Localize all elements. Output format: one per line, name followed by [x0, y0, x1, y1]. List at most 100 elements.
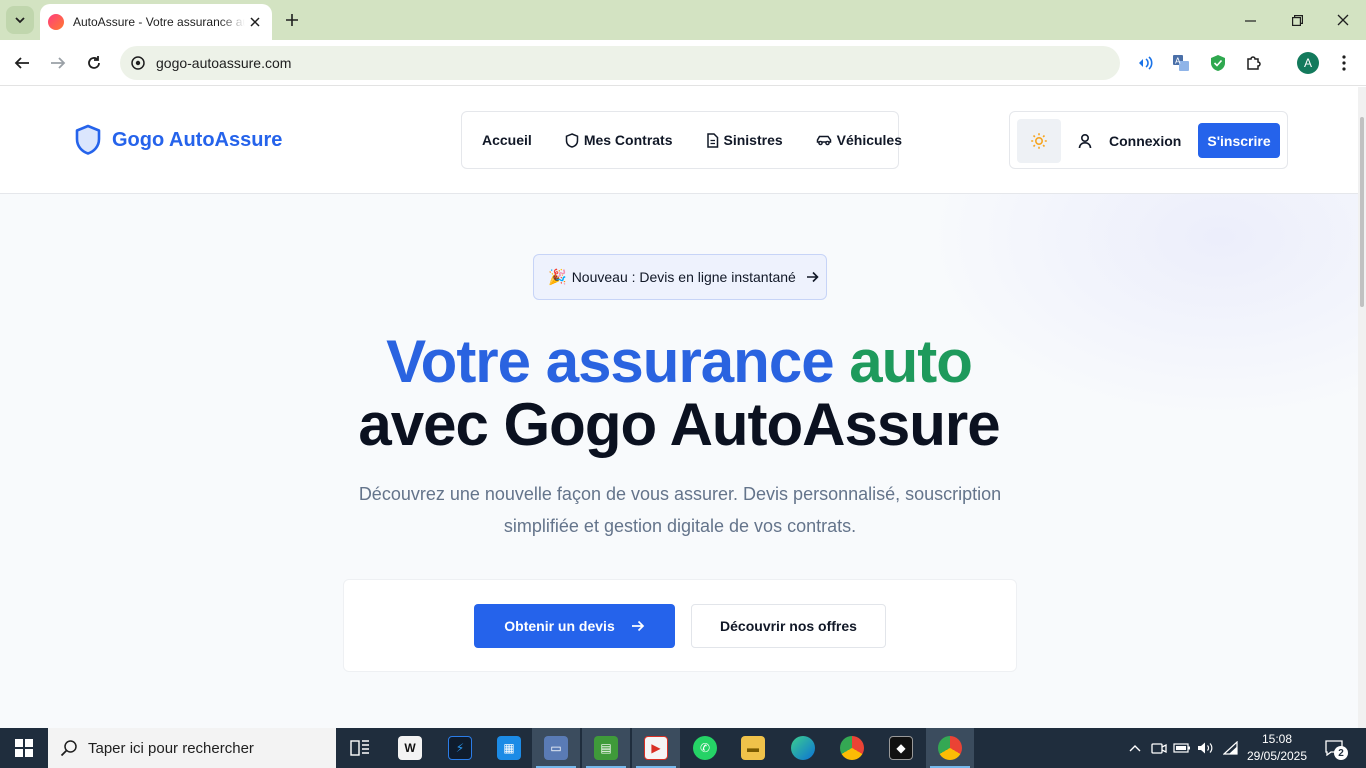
- taskbar-app-explorer[interactable]: ▬: [729, 728, 777, 768]
- favicon-icon: [48, 14, 64, 30]
- taskbar-app-screen[interactable]: ▭: [532, 728, 580, 768]
- page-scrollbar[interactable]: [1358, 87, 1366, 728]
- tab-title: AutoAssure - Votre assurance auto: [73, 15, 245, 29]
- meet-now-icon[interactable]: [1149, 738, 1169, 758]
- browser-toolbar: gogo-autoassure.com A A: [0, 40, 1366, 86]
- arrow-right-icon: [806, 271, 819, 283]
- tray-overflow-icon[interactable]: [1125, 738, 1145, 758]
- back-button[interactable]: [10, 51, 34, 75]
- new-tab-button[interactable]: [280, 8, 304, 32]
- shield-icon: [565, 132, 579, 148]
- close-icon: [250, 17, 260, 27]
- party-popper-icon: 🎉: [548, 269, 567, 286]
- user-icon: [1078, 133, 1092, 149]
- browser-tab[interactable]: AutoAssure - Votre assurance auto: [40, 4, 272, 40]
- kebab-menu-icon[interactable]: [1333, 52, 1355, 74]
- extensions-icon[interactable]: [1243, 52, 1265, 74]
- document-icon: [706, 132, 718, 148]
- signup-button[interactable]: S'inscrire: [1198, 123, 1280, 158]
- hero-title-highlight: Votre assurance: [386, 328, 834, 395]
- taskbar-app-chrome-active[interactable]: [926, 728, 974, 768]
- taskbar-app-chart[interactable]: ▤: [582, 728, 630, 768]
- start-button[interactable]: [0, 728, 48, 768]
- taskbar-app-red[interactable]: ▶: [632, 728, 680, 768]
- get-quote-label: Obtenir un devis: [504, 618, 615, 634]
- chrome-icon: [840, 736, 864, 760]
- login-label: Connexion: [1109, 133, 1182, 149]
- page-viewport: Gogo AutoAssure Accueil Mes Contrats Sin…: [0, 87, 1366, 728]
- site-info-icon[interactable]: [130, 55, 146, 71]
- forward-button[interactable]: [46, 51, 70, 75]
- w-app-icon: W: [398, 736, 422, 760]
- nav-link-label: Accueil: [482, 132, 532, 148]
- taskbar-app-edge[interactable]: [779, 728, 827, 768]
- taskbar-clock[interactable]: 15:08 29/05/2025: [1240, 731, 1314, 765]
- site-header: Gogo AutoAssure Accueil Mes Contrats Sin…: [0, 87, 1358, 194]
- windows-taskbar: Taper ici pour rechercher W ⚡ ▦ ▭ ▤ ▶ ✆ …: [0, 728, 1366, 768]
- nav-link-label: Sinistres: [723, 132, 783, 148]
- announcement-text: Nouveau : Devis en ligne instantané: [571, 269, 796, 285]
- theme-toggle-button[interactable]: [1017, 119, 1061, 163]
- task-view-icon: [350, 740, 369, 756]
- get-quote-button[interactable]: Obtenir un devis: [474, 604, 675, 648]
- close-icon: [1337, 14, 1349, 26]
- nav-link-vehicules[interactable]: Véhicules: [816, 132, 902, 148]
- nav-link-accueil[interactable]: Accueil: [482, 132, 532, 148]
- nav-link-label: Véhicules: [836, 132, 903, 148]
- taskbar-app-whatsapp[interactable]: ✆: [681, 728, 729, 768]
- notification-center-button[interactable]: 2: [1322, 736, 1348, 760]
- chrome-profile-icon: [938, 736, 962, 760]
- main-nav: Accueil Mes Contrats Sinistres Véhicules: [461, 111, 902, 169]
- restore-icon: [1291, 14, 1303, 26]
- cta-panel: [343, 579, 1017, 672]
- clock-date: 29/05/2025: [1246, 749, 1308, 763]
- arrow-right-icon: [51, 57, 66, 69]
- brand-logo-link[interactable]: Gogo AutoAssure: [74, 124, 282, 156]
- task-view-button[interactable]: [336, 728, 384, 768]
- taskbar-app-box[interactable]: ◆: [877, 728, 925, 768]
- battery-icon[interactable]: [1172, 738, 1192, 758]
- notification-count: 2: [1334, 746, 1348, 760]
- taskbar-app-w[interactable]: W: [386, 728, 434, 768]
- folder-icon: ▬: [741, 736, 765, 760]
- restore-button[interactable]: [1279, 6, 1315, 34]
- scrollbar-thumb[interactable]: [1360, 117, 1364, 307]
- login-button[interactable]: Connexion: [1078, 127, 1181, 155]
- discover-offers-button[interactable]: Découvrir nos offres: [691, 604, 886, 648]
- search-icon: [60, 740, 77, 757]
- box-app-icon: ◆: [889, 736, 913, 760]
- profile-avatar[interactable]: A: [1297, 52, 1319, 74]
- address-bar[interactable]: gogo-autoassure.com: [120, 46, 1120, 80]
- calculator-app-icon: ▦: [497, 736, 521, 760]
- nav-link-sinistres[interactable]: Sinistres: [706, 132, 783, 148]
- screen-app-icon: ▭: [544, 736, 568, 760]
- tab-search-button[interactable]: [6, 6, 34, 34]
- brand-name: Gogo AutoAssure: [112, 128, 283, 151]
- edge-icon: [791, 736, 815, 760]
- volume-icon[interactable]: [1196, 738, 1216, 758]
- svg-text:A: A: [1175, 57, 1181, 66]
- header-actions: Connexion S'inscrire: [1009, 111, 1288, 169]
- reload-icon: [88, 56, 100, 69]
- translate-icon[interactable]: A: [1170, 52, 1192, 74]
- minimize-button[interactable]: [1232, 6, 1268, 34]
- nav-link-mes-contrats[interactable]: Mes Contrats: [565, 132, 673, 148]
- arrow-right-icon: [631, 620, 644, 632]
- search-placeholder: Taper ici pour rechercher: [88, 739, 254, 757]
- taskbar-app-blue[interactable]: ▦: [485, 728, 533, 768]
- announcement-badge[interactable]: 🎉 Nouveau : Devis en ligne instantané: [533, 254, 827, 300]
- hero-title-highlight-green: auto: [849, 328, 973, 395]
- chevron-down-icon: [15, 17, 25, 24]
- wifi-icon[interactable]: [1221, 738, 1241, 758]
- taskbar-search[interactable]: Taper ici pour rechercher: [48, 728, 336, 768]
- minimize-icon: [1244, 19, 1256, 22]
- taskbar-app-chrome[interactable]: [828, 728, 876, 768]
- read-aloud-icon[interactable]: [1134, 52, 1156, 74]
- close-window-button[interactable]: [1325, 6, 1361, 34]
- reload-button[interactable]: [82, 51, 106, 75]
- shield-extension-icon[interactable]: [1207, 52, 1229, 74]
- shield-logo-icon: [75, 124, 101, 155]
- tab-close-button[interactable]: [246, 13, 264, 31]
- bolt-app-icon: ⚡: [448, 736, 472, 760]
- taskbar-app-bolt[interactable]: ⚡: [436, 728, 484, 768]
